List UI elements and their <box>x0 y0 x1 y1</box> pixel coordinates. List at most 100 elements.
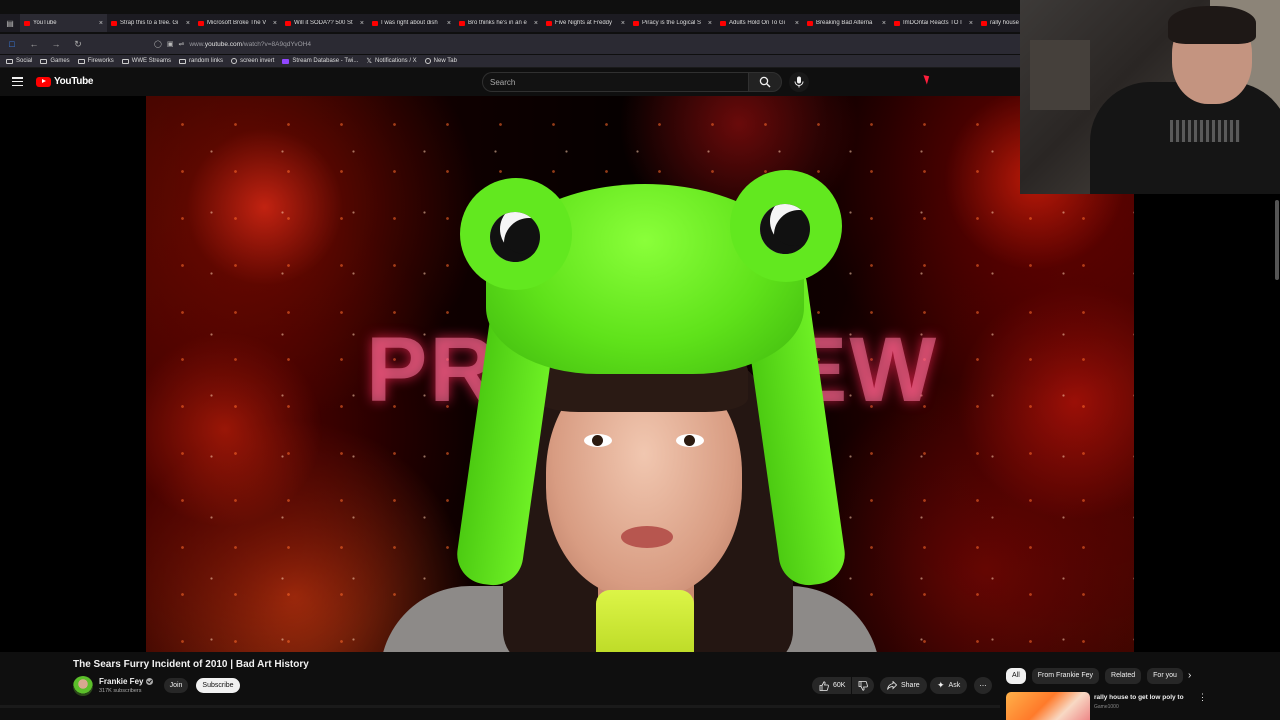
youtube-wordmark: YouTube <box>54 76 94 87</box>
tab-fnaf[interactable]: Five Nights at Freddy × <box>542 14 629 32</box>
more-actions-button[interactable]: ⋯ <box>974 677 992 694</box>
folder-icon <box>121 58 129 64</box>
recommendation-thumbnail[interactable] <box>1006 692 1090 720</box>
youtube-logo[interactable]: YouTube <box>36 76 94 87</box>
recommendation-menu-icon[interactable]: ⋮ <box>1198 692 1207 703</box>
bookmark-wwe-streams[interactable]: WWE Streams <box>121 58 172 64</box>
close-tab-icon[interactable]: × <box>273 20 277 27</box>
hamburger-menu-icon[interactable] <box>12 77 23 86</box>
frog-hat-eye-left <box>460 178 572 290</box>
close-tab-icon[interactable]: × <box>186 20 190 27</box>
tab-strap-tree[interactable]: Strap this to a tree. Gi × <box>107 14 194 32</box>
permissions-icon[interactable]: ⇌ <box>178 40 184 48</box>
bookmark-random-links[interactable]: random links <box>179 58 223 64</box>
dislike-button[interactable] <box>852 677 874 694</box>
webcam-overlay <box>1020 0 1280 194</box>
share-label: Share <box>901 682 920 689</box>
tab-label: Microsoft Broke The V <box>207 20 267 26</box>
webcam-shelf <box>1030 40 1090 110</box>
tab-piracy[interactable]: Piracy is the Logical S × <box>629 14 716 32</box>
divider <box>0 705 1000 708</box>
youtube-favicon-icon <box>807 20 813 26</box>
tab-microsoft[interactable]: Microsoft Broke The V × <box>194 14 281 32</box>
tab-imdontai[interactable]: ImDOntai Reacts TO I × <box>890 14 977 32</box>
video-title: The Sears Furry Incident of 2010 | Bad A… <box>73 659 309 670</box>
recommendation-channel[interactable]: Game1000 <box>1094 704 1119 710</box>
close-tab-icon[interactable]: × <box>708 20 712 27</box>
url-bar[interactable]: ◯ ▣ ⇌ www.youtube.com/watch?v=8A9qdYvOH4 <box>154 40 311 49</box>
close-tab-icon[interactable]: × <box>795 20 799 27</box>
close-tab-icon[interactable]: × <box>621 20 625 27</box>
tab-bro[interactable]: Bro thinks he's in an e × <box>455 14 542 32</box>
bookmark-label: Fireworks <box>87 58 114 64</box>
tab-youtube[interactable]: YouTube × <box>20 14 107 32</box>
share-button[interactable]: Share <box>880 677 927 694</box>
close-tab-icon[interactable]: × <box>534 20 538 27</box>
thumbs-up-icon <box>819 680 829 691</box>
tab-adults[interactable]: Adults Hold On To Gi × <box>716 14 803 32</box>
recommendation-title[interactable]: rally house to get low poly to <box>1094 694 1184 701</box>
chip-from-channel[interactable]: From Frankie Fey <box>1031 667 1100 684</box>
forward-icon[interactable]: → <box>50 39 62 49</box>
url-prefix: www. <box>189 40 205 48</box>
youtube-favicon-icon <box>111 20 117 26</box>
close-tab-icon[interactable]: × <box>969 20 973 27</box>
close-tab-icon[interactable]: × <box>447 20 451 27</box>
page-scrollbar[interactable] <box>1275 200 1279 280</box>
studio-microphone <box>596 590 694 652</box>
tab-label: Will it SODA?? 500 St <box>294 20 353 26</box>
bookmark-label: random links <box>189 58 224 64</box>
search-button[interactable] <box>748 72 782 92</box>
shield-icon[interactable]: ◯ <box>154 40 162 48</box>
tab-label: Piracy is the Logical S <box>642 20 702 26</box>
chevron-right-icon[interactable]: › <box>1188 670 1191 681</box>
reload-icon[interactable]: ↻ <box>72 39 84 50</box>
video-frame[interactable]: PR EW <box>146 96 1134 652</box>
tab-label: Strap this to a tree. Gi <box>120 20 179 26</box>
tab-breaking-bad[interactable]: Breaking Bad Alterna × <box>803 14 890 32</box>
bookmark-label: Social <box>16 58 33 64</box>
tab-dish[interactable]: I was right about dish × <box>368 14 455 32</box>
tab-soda[interactable]: Will it SODA?? 500 St × <box>281 14 368 32</box>
chip-all[interactable]: All <box>1006 667 1026 684</box>
join-button[interactable]: Join <box>164 678 188 693</box>
folder-icon <box>77 58 85 64</box>
bookmark-label: WWE Streams <box>131 58 172 64</box>
channel-avatar[interactable] <box>73 676 93 696</box>
bookmark-notifications-x[interactable]: 𝕏 Notifications / X <box>366 57 416 65</box>
tab-list-icon[interactable]: ▤ <box>0 14 20 32</box>
bookmark-label: New Tab <box>433 58 457 64</box>
verified-badge-icon <box>146 678 154 685</box>
bookmark-label: Stream Database - Twi... <box>292 58 359 64</box>
like-button[interactable]: 60K <box>812 677 852 694</box>
bookmark-fireworks[interactable]: Fireworks <box>77 58 114 64</box>
voice-search-button[interactable] <box>789 72 809 92</box>
bookmark-social[interactable]: Social <box>6 58 32 64</box>
x-icon: 𝕏 <box>366 58 372 65</box>
bookmark-screen-invert[interactable]: screen invert <box>231 58 274 64</box>
bookmark-new-tab[interactable]: New Tab <box>424 58 457 64</box>
bookmark-games[interactable]: Games <box>40 58 70 64</box>
channel-name: Frankie Fey <box>99 677 144 686</box>
youtube-favicon-icon <box>372 20 378 26</box>
tab-label: Bro thinks he's in an e <box>468 20 527 26</box>
sidebar-toggle-icon[interactable]: □ <box>6 39 18 49</box>
close-tab-icon[interactable]: × <box>99 20 103 27</box>
bookmark-stream-database[interactable]: Stream Database - Twi... <box>282 58 358 64</box>
ask-button[interactable]: ✦ Ask <box>930 677 968 694</box>
streamer-shirt-print <box>1170 120 1240 142</box>
search-input[interactable] <box>482 72 748 92</box>
thumbs-down-icon <box>858 680 868 691</box>
chip-related[interactable]: Related <box>1105 667 1142 684</box>
lock-icon[interactable]: ▣ <box>167 40 174 48</box>
microphone-icon <box>794 76 804 88</box>
close-tab-icon[interactable]: × <box>360 20 364 27</box>
chip-for-you[interactable]: For you <box>1147 667 1183 684</box>
close-tab-icon[interactable]: × <box>882 20 886 27</box>
url-text[interactable]: www.youtube.com/watch?v=8A9qdYvOH4 <box>189 41 311 48</box>
like-count: 60K <box>833 682 846 689</box>
subscribe-button[interactable]: Subscribe <box>196 678 240 693</box>
channel-name-link[interactable]: Frankie Fey <box>99 677 154 686</box>
back-icon[interactable]: ← <box>28 39 40 49</box>
like-pill[interactable]: 60K <box>812 677 852 694</box>
